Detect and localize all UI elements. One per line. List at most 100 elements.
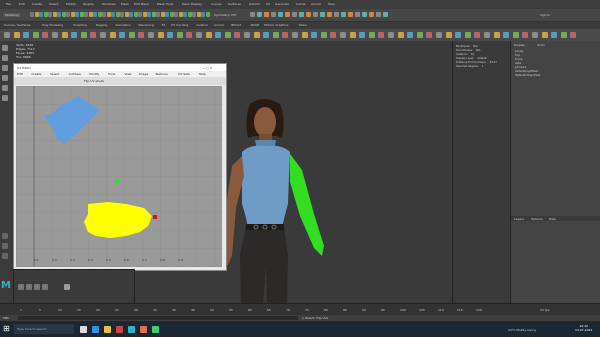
status-tool-icon[interactable]	[271, 12, 276, 17]
status-tool-icon[interactable]	[369, 12, 374, 17]
status-tool-icon[interactable]	[48, 12, 52, 17]
uv-menu-item[interactable]: Textures	[155, 72, 168, 76]
status-tool-icon[interactable]	[201, 12, 205, 17]
status-tool-icon[interactable]	[88, 12, 93, 17]
shelf-tool-icon[interactable]	[32, 32, 39, 38]
shelf-tool-icon[interactable]	[292, 32, 298, 38]
uv-menu-item[interactable]: Modify	[89, 72, 99, 76]
uv-menu-item[interactable]: View	[124, 72, 131, 76]
shelf-tab[interactable]: Custom	[196, 23, 208, 27]
menu-item[interactable]: Select	[49, 2, 58, 6]
shelf-tool-icon[interactable]	[301, 32, 308, 38]
shelf-tab[interactable]: Motion Graphics	[264, 23, 288, 27]
shelf-tool-icon[interactable]	[445, 32, 452, 38]
uv-editor-window[interactable]: UV Editor — ▢ ✕ Edit Create Select Cut/Sew M…	[13, 63, 227, 271]
workspace-selector[interactable]: Modeling	[3, 13, 21, 17]
status-tool-icon[interactable]	[84, 12, 88, 17]
scale-tool-icon[interactable]	[2, 95, 8, 101]
shelf-tool-icon[interactable]	[560, 32, 567, 38]
toolkit-icon[interactable]	[26, 284, 32, 290]
shelf-tool-icon[interactable]	[541, 32, 548, 38]
shelf-tab[interactable]: Sculpting	[73, 23, 87, 27]
status-tool-icon[interactable]	[102, 12, 106, 17]
menu-item[interactable]: Windows	[102, 2, 115, 6]
layer-tab[interactable]: Layers	[514, 217, 524, 221]
menu-item[interactable]: Edit Mesh	[134, 2, 149, 6]
uv-green-marker[interactable]	[115, 179, 119, 183]
status-tool-icon[interactable]	[327, 12, 332, 17]
menu-item[interactable]: Create	[32, 2, 42, 6]
shelf-tool-icon[interactable]	[474, 32, 481, 38]
status-tool-icon[interactable]	[257, 12, 262, 17]
status-tool-icon[interactable]	[66, 12, 70, 17]
uv-menu-item[interactable]: UV Sets	[178, 72, 190, 76]
rotate-tool-icon[interactable]	[2, 85, 8, 91]
status-tool-icon[interactable]	[70, 12, 75, 17]
layout-icon[interactable]	[2, 233, 8, 239]
status-tool-icon[interactable]	[285, 12, 290, 17]
shelf-tool-icon[interactable]	[215, 32, 222, 38]
uv-menu-item[interactable]: Tools	[108, 72, 115, 76]
shelf-tool-icon[interactable]	[484, 32, 490, 38]
status-tool-icon[interactable]	[165, 12, 169, 17]
shelf-tool-icon[interactable]	[148, 32, 154, 38]
taskbar-clock[interactable]: 10:20 13-07-2021	[575, 324, 592, 332]
shelf-tab[interactable]: MASH	[251, 23, 260, 27]
symmetry-selector[interactable]: Symmetry: Off	[214, 13, 236, 17]
cmd-input[interactable]	[18, 316, 298, 320]
shelf-tool-icon[interactable]	[13, 32, 20, 38]
shelf-tool-icon[interactable]	[349, 32, 356, 38]
menu-item[interactable]: Deform	[249, 2, 260, 6]
status-tool-icon[interactable]	[334, 12, 339, 17]
menu-item[interactable]: Surfaces	[228, 2, 241, 6]
shelf-tool-icon[interactable]	[90, 32, 97, 38]
uv-canvas[interactable]: 0.1 0.2 0.3 0.4 0.5 0.6 0.7 0.8 0.9	[16, 86, 222, 267]
menu-item[interactable]: Display	[83, 2, 94, 6]
windows-start-icon[interactable]: ⊞	[3, 325, 11, 333]
status-tool-icon[interactable]	[348, 12, 353, 17]
menu-item[interactable]: Generate	[275, 2, 289, 6]
shelf-tool-icon[interactable]	[359, 32, 366, 38]
menu-item[interactable]: Arnold	[311, 2, 321, 6]
outliner-tab[interactable]: Display	[514, 43, 525, 47]
status-tool-icon[interactable]	[187, 12, 192, 17]
outliner-item[interactable]: defaultObjectSet	[515, 73, 540, 77]
status-tool-icon[interactable]	[178, 12, 183, 17]
menu-item[interactable]: Help	[328, 2, 335, 6]
select-tool-icon[interactable]	[2, 45, 8, 51]
app-icon[interactable]	[116, 326, 123, 333]
shelf-tab[interactable]: Poly Modeling	[42, 23, 63, 27]
shelf-tab[interactable]: Arnold	[214, 23, 224, 27]
shelf-tool-icon[interactable]	[426, 32, 433, 38]
status-tool-icon[interactable]	[320, 12, 325, 17]
status-tool-icon[interactable]	[169, 12, 174, 17]
status-tool-icon[interactable]	[61, 12, 66, 17]
weather-widget[interactable]: 23°C Mostly sunny	[508, 328, 536, 332]
menu-item[interactable]: Modify	[66, 2, 76, 6]
shelf-tool-icon[interactable]	[282, 32, 289, 38]
shelf-tool-icon[interactable]	[503, 32, 510, 38]
uv-menu-item[interactable]: Help	[199, 72, 206, 76]
shelf-tab[interactable]: FX Caching	[171, 23, 188, 27]
shelf-tab[interactable]: Rigging	[96, 23, 107, 27]
status-tool-icon[interactable]	[120, 12, 124, 17]
shelf-tool-icon[interactable]	[157, 32, 164, 38]
task-view-icon[interactable]	[80, 326, 87, 333]
shelf-tool-icon[interactable]	[224, 32, 231, 38]
shelf-tool-icon[interactable]	[368, 32, 375, 38]
shelf-tool-icon[interactable]	[61, 32, 68, 38]
playback-controls[interactable]: ⏮ ◀ ▶ ⏭	[560, 306, 596, 323]
shelf-tab[interactable]: Bifrost	[231, 23, 241, 27]
shelf-tool-icon[interactable]	[128, 32, 135, 38]
uv-menu-item[interactable]: Select	[50, 72, 59, 76]
layout-icon[interactable]	[2, 243, 8, 249]
status-tool-icon[interactable]	[264, 12, 269, 17]
uv-menu-item[interactable]: Image	[139, 72, 148, 76]
shelf-tool-icon[interactable]	[167, 32, 174, 38]
status-tool-icon[interactable]	[57, 12, 61, 17]
toolkit-icon[interactable]	[42, 284, 48, 290]
shelf-tool-icon[interactable]	[80, 32, 87, 38]
menu-item[interactable]: Mesh Tools	[157, 2, 173, 6]
status-tool-icon[interactable]	[115, 12, 120, 17]
layout-icon[interactable]	[2, 253, 8, 259]
